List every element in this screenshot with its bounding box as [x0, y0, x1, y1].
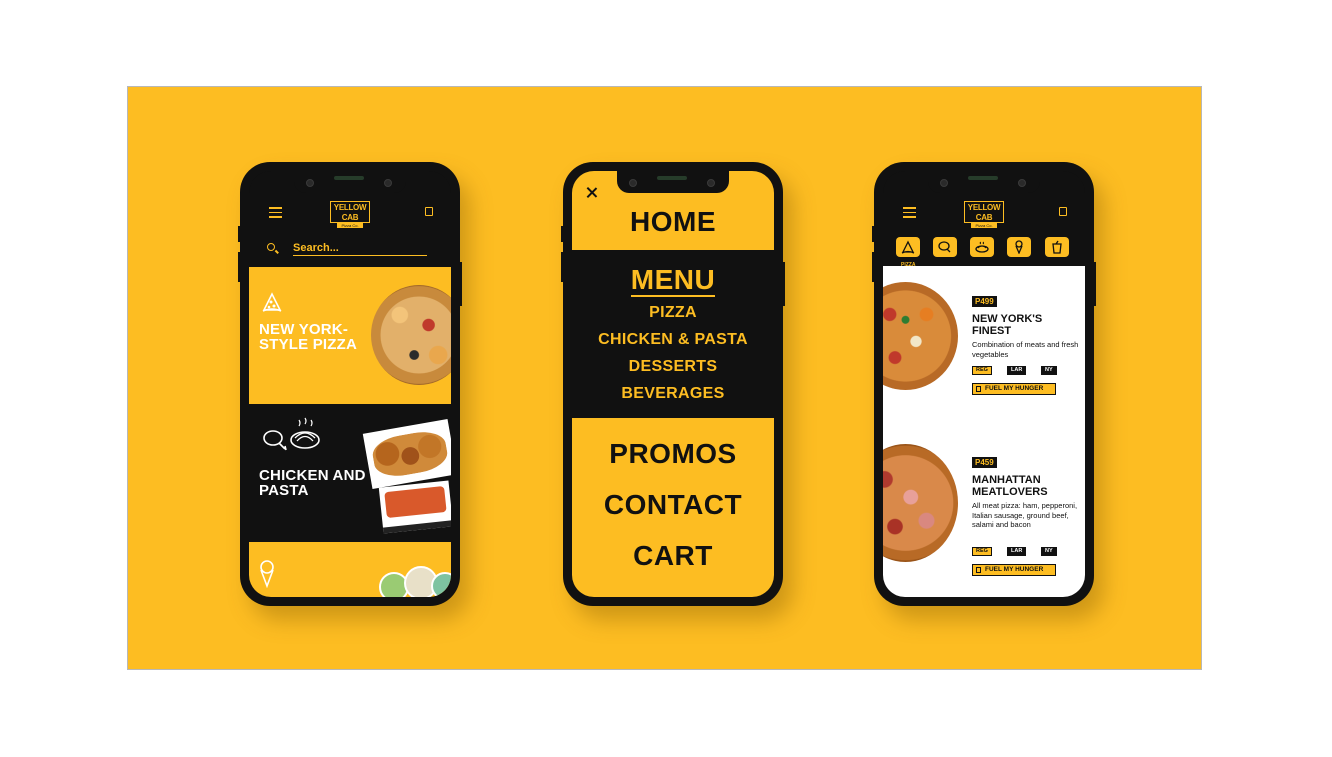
menu-bottom-section: PROMOS CONTACT CART: [572, 418, 774, 597]
search-icon[interactable]: [267, 243, 275, 251]
add-to-cart-button[interactable]: FUEL MY HUNGER: [972, 383, 1056, 395]
product-card: P499 NEW YORK'S FINEST Combination of me…: [883, 266, 1085, 426]
menu-item-desserts[interactable]: DESSERTS: [572, 358, 774, 376]
pasta-box-image: [378, 480, 451, 534]
size-option-ny[interactable]: NY: [1041, 547, 1057, 556]
menu-item-chicken-pasta[interactable]: CHICKEN & PASTA: [572, 331, 774, 349]
notch: [617, 171, 729, 193]
button-label: FUEL MY HUNGER: [985, 385, 1044, 392]
drink-icon: [1052, 240, 1062, 254]
product-price: P459: [972, 457, 997, 468]
product-list: P499 NEW YORK'S FINEST Combination of me…: [883, 266, 1085, 597]
phone-home: YELLOW CAB Pizza Co. NEW YORK-STYLE PIZZ…: [238, 162, 462, 606]
brand-logo[interactable]: YELLOW CAB Pizza Co.: [330, 201, 370, 228]
product-name: MANHATTAN MEATLOVERS: [972, 474, 1048, 498]
products-screen: YELLOW CAB Pizza Co. PIZZA P499 NEW YORK…: [883, 171, 1085, 597]
pasta-icon: [975, 241, 989, 253]
button-label: FUEL MY HUNGER: [985, 566, 1044, 573]
logo-text: YELLOW CAB: [333, 203, 367, 222]
top-bar: YELLOW CAB Pizza Co.: [883, 193, 1085, 233]
size-option-large[interactable]: LAR: [1007, 547, 1027, 556]
menu-screen: HOME MENU PIZZA CHICKEN & PASTA DESSERTS…: [572, 171, 774, 597]
size-option-regular[interactable]: REG: [972, 547, 992, 556]
search-bar: [267, 241, 429, 259]
ice-cream-icon: [1015, 240, 1023, 254]
phone-menu: HOME MENU PIZZA CHICKEN & PASTA DESSERTS…: [561, 162, 785, 606]
size-option-large[interactable]: LAR: [1007, 366, 1027, 375]
hamburger-menu-icon[interactable]: [903, 207, 916, 218]
tab-pizza[interactable]: [896, 237, 920, 257]
home-screen: YELLOW CAB Pizza Co. NEW YORK-STYLE PIZZ…: [249, 171, 451, 597]
menu-item-promos[interactable]: PROMOS: [572, 438, 774, 470]
menu-item-home[interactable]: HOME: [572, 206, 774, 238]
notch: [928, 171, 1040, 193]
chicken-and-pasta-icon: [263, 417, 320, 451]
bag-icon: [976, 567, 981, 573]
card-title: CHICKEN AND PASTA: [259, 467, 366, 499]
product-description: Combination of meats and fresh vegetable…: [972, 340, 1079, 359]
bag-icon: [976, 386, 981, 392]
pizza-slice-icon: [901, 240, 915, 254]
search-input[interactable]: [293, 241, 427, 256]
menu-item-beverages[interactable]: BEVERAGES: [572, 385, 774, 403]
tab-pasta[interactable]: [970, 237, 994, 257]
chicken-icon: [938, 241, 951, 253]
top-bar: YELLOW CAB Pizza Co.: [249, 193, 451, 233]
category-card-desserts[interactable]: [249, 542, 451, 597]
logo-subtext: Pizza Co.: [337, 223, 363, 228]
brand-logo[interactable]: YELLOW CAB Pizza Co.: [964, 201, 1004, 228]
logo-subtext: Pizza Co.: [971, 223, 997, 228]
phone-products: YELLOW CAB Pizza Co. PIZZA P499 NEW YORK…: [872, 162, 1096, 606]
product-price: P499: [972, 296, 997, 307]
menu-item-pizza[interactable]: PIZZA: [572, 304, 774, 322]
product-image: [883, 444, 958, 562]
product-card: P459 MANHATTAN MEATLOVERS All meat pizza…: [883, 426, 1085, 597]
product-name: NEW YORK'S FINEST: [972, 313, 1043, 337]
category-card-pizza[interactable]: NEW YORK-STYLE PIZZA: [249, 267, 451, 404]
add-to-cart-button[interactable]: FUEL MY HUNGER: [972, 564, 1056, 576]
ice-cream-icon: [260, 560, 274, 588]
hamburger-menu-icon[interactable]: [269, 207, 282, 218]
shopping-bag-icon[interactable]: [1059, 207, 1067, 216]
card-title: NEW YORK-STYLE PIZZA: [259, 321, 358, 353]
tab-beverages[interactable]: [1045, 237, 1069, 257]
dessert-image: [431, 572, 451, 597]
close-icon[interactable]: [586, 187, 598, 199]
menu-item-menu[interactable]: MENU: [572, 264, 774, 297]
menu-item-contact[interactable]: CONTACT: [572, 489, 774, 521]
shopping-bag-icon[interactable]: [425, 207, 433, 216]
size-option-ny[interactable]: NY: [1041, 366, 1057, 375]
product-description: All meat pizza: ham, pepperoni, Italian …: [972, 501, 1078, 529]
product-image: [883, 282, 958, 390]
menu-submenu-section: MENU PIZZA CHICKEN & PASTA DESSERTS BEVE…: [572, 250, 774, 418]
category-card-chicken-pasta[interactable]: CHICKEN AND PASTA: [249, 404, 451, 542]
tab-desserts[interactable]: [1007, 237, 1031, 257]
logo-text: YELLOW CAB: [967, 203, 1001, 222]
tab-chicken[interactable]: [933, 237, 957, 257]
notch: [294, 171, 406, 193]
menu-item-cart[interactable]: CART: [572, 540, 774, 572]
pizza-slice-icon: [262, 292, 282, 312]
size-option-regular[interactable]: REG: [972, 366, 992, 375]
